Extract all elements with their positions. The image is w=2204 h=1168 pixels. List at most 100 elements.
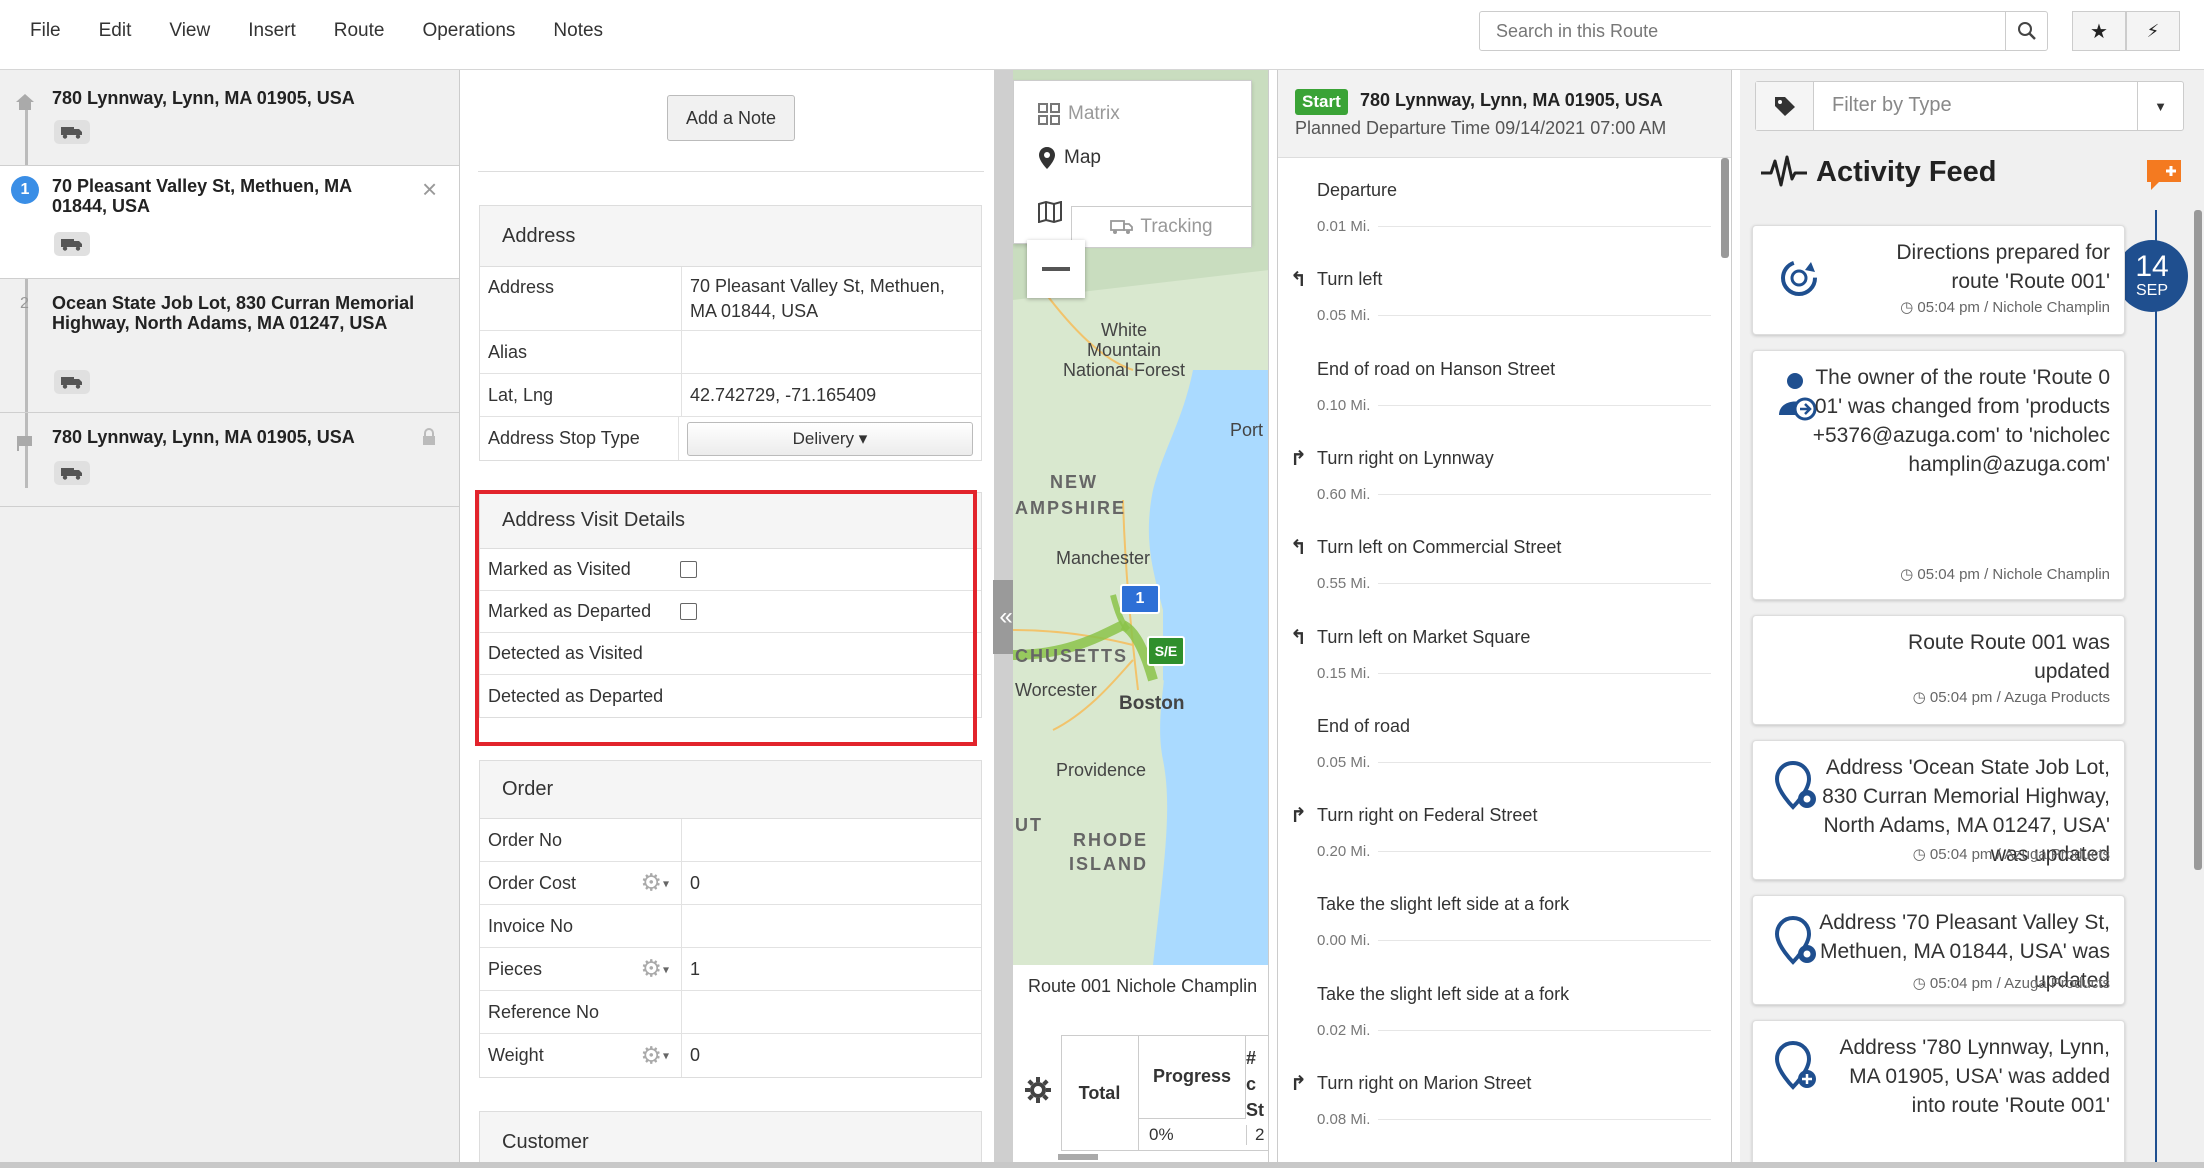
map-marker-start-end[interactable]: S/E (1147, 636, 1185, 666)
add-comment-icon[interactable] (2145, 158, 2183, 200)
settings-gear-icon[interactable] (1023, 1075, 1053, 1111)
view-map-label: Map (1064, 147, 1101, 168)
direction-distance: 0.20 Mi. (1317, 843, 1371, 860)
favorite-button[interactable]: ★ (2072, 11, 2126, 51)
direction-step[interactable]: ↱ Turn right on Marion Street 0.08 Mi. (1278, 1073, 1723, 1153)
menu-view[interactable]: View (169, 20, 210, 42)
marked-departed-row: Marked as Departed (480, 591, 981, 633)
order-cost-value[interactable]: 0 (682, 862, 981, 904)
direction-step[interactable]: Take the slight left side at a fork 0.00 … (1278, 894, 1723, 974)
search-button[interactable] (2005, 12, 2047, 50)
address-value[interactable]: 70 Pleasant Valley St, Methuen, MA 01844… (682, 267, 981, 330)
directions-panel: Start 780 Lynnway, Lynn, MA 01905, USA P… (1277, 70, 1732, 1164)
view-matrix-label: Matrix (1068, 103, 1120, 124)
view-map-option[interactable]: Map (1038, 146, 1101, 170)
route-search-input[interactable] (1480, 12, 2005, 50)
stops-panel: 780 Lynnway, Lynn, MA 01905, USA 1 70 Pl… (0, 70, 460, 1164)
direction-step[interactable]: End of road on Hanson Street 0.10 Mi. (1278, 359, 1723, 439)
menu-route[interactable]: Route (334, 20, 385, 42)
lightning-icon: ⚡ (2146, 20, 2160, 41)
field-label: Order Cost (488, 872, 577, 893)
stop-item-end[interactable]: 780 Lynnway, Lynn, MA 01905, USA (0, 413, 459, 507)
alias-value[interactable] (682, 331, 981, 373)
turn-right-icon: ↱ (1290, 1073, 1307, 1095)
menu-insert[interactable]: Insert (248, 20, 296, 42)
quick-action-button[interactable]: ⚡ (2126, 11, 2180, 51)
stop-type-dropdown[interactable]: Delivery ▾ (687, 421, 973, 456)
field-label: Invoice No (480, 905, 682, 947)
settings-gear-icon[interactable]: ⚙ ▾ (640, 869, 669, 898)
order-no-value[interactable] (682, 819, 981, 861)
direction-step[interactable]: ↱ Turn right on Federal Street 0.20 Mi. (1278, 805, 1723, 885)
reference-value[interactable] (682, 991, 981, 1033)
direction-distance: 0.10 Mi. (1317, 397, 1371, 414)
latlng-value[interactable]: 42.742729, -71.165409 (682, 374, 981, 416)
stop-item-start[interactable]: 780 Lynnway, Lynn, MA 01905, USA (0, 70, 459, 166)
stops-value: 2 (1246, 1125, 1264, 1145)
stop-number: 2 (20, 295, 29, 312)
field-label: Detected as Departed (488, 685, 664, 706)
direction-step[interactable]: End of road 0.05 Mi. (1278, 716, 1723, 796)
activity-card[interactable]: Route Route 001 was updated ◷ 05:04 pm /… (1752, 615, 2125, 725)
marked-departed-checkbox[interactable] (680, 603, 697, 620)
menu-edit[interactable]: Edit (99, 20, 132, 42)
feed-scrollbar[interactable] (2194, 210, 2202, 870)
map-marker-stop-1[interactable]: 1 (1120, 584, 1160, 614)
menu-operations[interactable]: Operations (422, 20, 515, 42)
minus-icon (1042, 267, 1070, 271)
activity-meta: 05:04 pm / Azuga Products (1929, 846, 2110, 863)
horizontal-scrollbar[interactable] (1058, 1154, 1098, 1160)
field-label: Pieces (488, 958, 543, 979)
lock-icon (421, 427, 437, 453)
chevron-down-icon[interactable]: ▼ (2137, 82, 2183, 130)
zoom-out-button[interactable] (1027, 240, 1085, 298)
field-label: Order No (480, 819, 682, 861)
activity-card[interactable]: Address '70 Pleasant Valley St, Methuen,… (1752, 895, 2125, 1005)
route-name-label: Route 001 Nichole Champlin (1028, 976, 1258, 996)
add-note-button[interactable]: Add a Note (667, 95, 795, 141)
turn-left-icon: ↰ (1290, 269, 1307, 291)
clock-icon: ◷ (1900, 299, 1918, 316)
direction-step[interactable]: Departure 0.01 Mi. (1278, 180, 1723, 260)
direction-step[interactable]: ↱ Turn right on Lynnway 0.60 Mi. (1278, 448, 1723, 528)
marked-visited-checkbox[interactable] (680, 561, 697, 578)
stop-details-panel: Add a Note Address Address 70 Pleasant V… (470, 70, 992, 1164)
direction-step[interactable]: ↰ Turn left on Market Square 0.15 Mi. (1278, 627, 1723, 707)
direction-step[interactable]: ↰ Turn left on Commercial Street 0.55 Mi. (1278, 537, 1723, 617)
view-matrix-option[interactable]: Matrix (1038, 103, 1120, 125)
direction-distance: 0.00 Mi. (1317, 932, 1371, 949)
direction-step[interactable]: ↰ Turn left 0.05 Mi. (1278, 269, 1723, 349)
settings-gear-icon[interactable]: ⚙ ▾ (640, 1041, 669, 1070)
remove-stop-icon[interactable]: × (422, 174, 437, 205)
menu-file[interactable]: File (30, 20, 61, 42)
menu-notes[interactable]: Notes (553, 20, 603, 42)
weight-value[interactable]: 0 (682, 1034, 981, 1077)
address-row: Address 70 Pleasant Valley St, Methuen, … (480, 267, 981, 331)
field-label: Lat, Lng (480, 374, 682, 416)
map-label-state: NEW (1050, 472, 1098, 492)
truck-icon (1110, 220, 1134, 234)
activity-card[interactable]: The owner of the route 'Route 001' was c… (1752, 350, 2125, 600)
stop-item-2[interactable]: 2 Ocean State Job Lot, 830 Curran Memori… (0, 279, 459, 413)
invoice-value[interactable] (682, 905, 981, 947)
settings-gear-icon[interactable]: ⚙ ▾ (640, 955, 669, 984)
direction-step[interactable]: Take the slight left side at a fork 0.02 … (1278, 984, 1723, 1064)
tracking-button[interactable]: Tracking (1071, 206, 1252, 248)
pulse-icon (1761, 155, 1807, 187)
view-satellite-option[interactable] (1038, 201, 1062, 223)
stop-item-1[interactable]: 1 70 Pleasant Valley St, Methuen, MA 018… (0, 166, 459, 279)
section-title: Customer (480, 1112, 981, 1164)
filter-input[interactable]: Filter by Type (1832, 94, 1952, 117)
marked-visited-row: Marked as Visited (480, 549, 981, 591)
activity-card[interactable]: Address '780 Lynnway, Lynn, MA 01905, US… (1752, 1020, 2125, 1164)
activity-card[interactable]: Address 'Ocean State Job Lot, 830 Curran… (1752, 740, 2125, 880)
activity-card[interactable]: Directions prepared for route 'Route 001… (1752, 225, 2125, 335)
activity-text: The owner of the route 'Route 001' was c… (1812, 366, 2110, 476)
direction-distance: 0.60 Mi. (1317, 486, 1371, 503)
stop-type-row: Address Stop Type Delivery ▾ (480, 417, 981, 460)
stop-address: 780 Lynnway, Lynn, MA 01905, USA (52, 88, 355, 108)
grid-icon (1038, 103, 1060, 125)
filter-by-type[interactable]: Filter by Type ▼ (1755, 81, 2184, 131)
pieces-value[interactable]: 1 (682, 948, 981, 990)
route-map[interactable]: White Mountain National Forest NEW AMPSH… (1013, 70, 1268, 965)
